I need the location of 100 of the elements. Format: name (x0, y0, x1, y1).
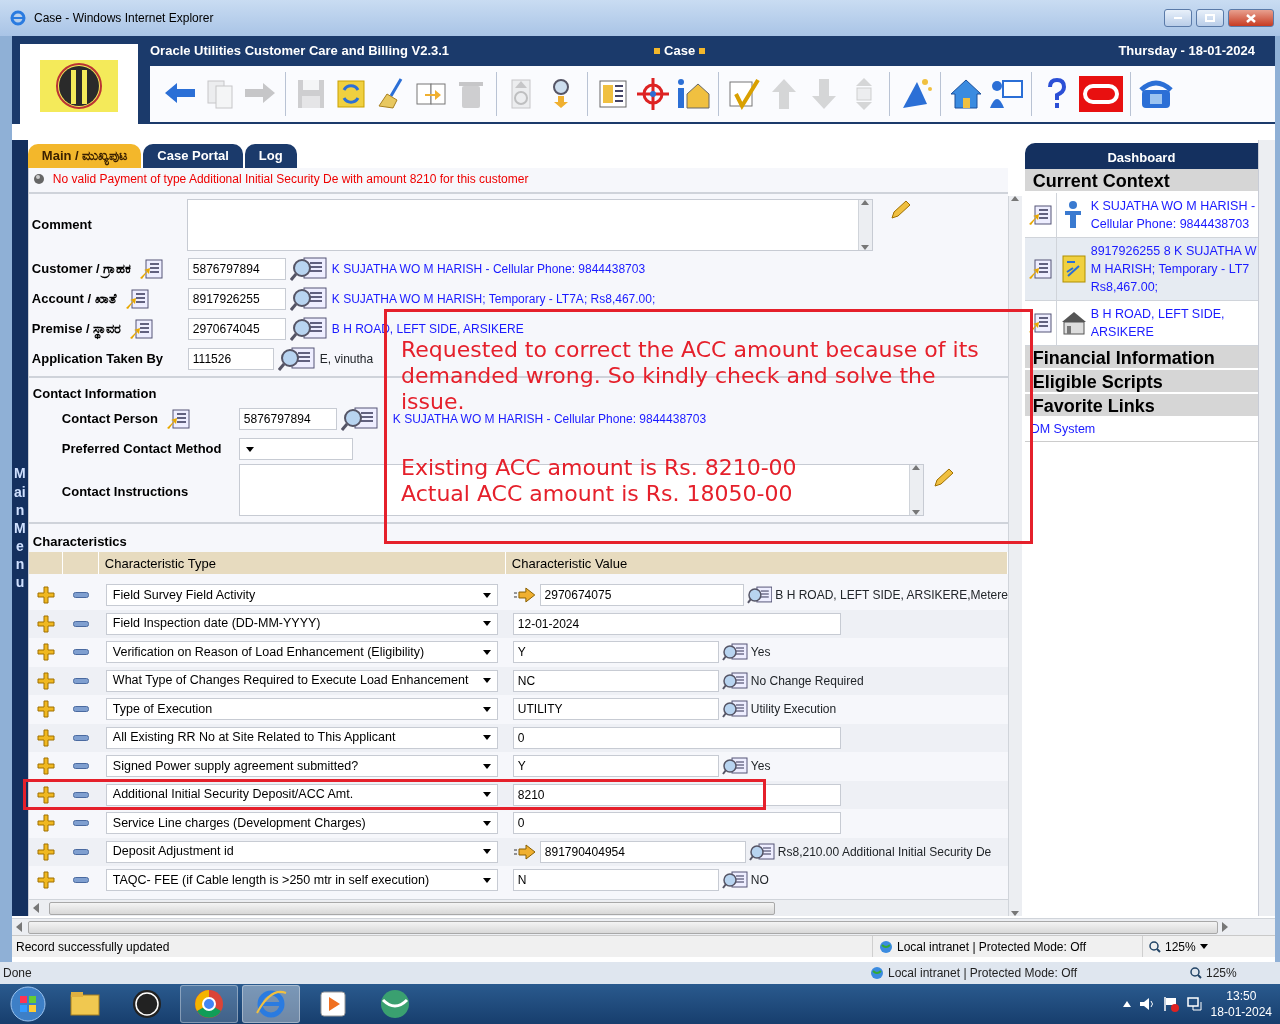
speaker-icon[interactable] (1138, 997, 1155, 1011)
zoom-level[interactable]: 125% (1165, 937, 1196, 956)
search-icon[interactable] (289, 316, 328, 342)
network-icon[interactable] (1186, 996, 1203, 1012)
type-dropdown[interactable]: Signed Power supply agreement submitted? (105, 755, 498, 778)
input-field[interactable]: 2970674045 (187, 318, 286, 340)
column-header[interactable]: Characteristic Value (505, 552, 1008, 574)
search-icon[interactable] (721, 699, 748, 720)
context-menu-icon[interactable] (124, 288, 149, 310)
remove-row-button[interactable] (72, 848, 89, 855)
input-field[interactable]: 8917926255 (187, 288, 286, 310)
search-icon[interactable] (746, 585, 773, 606)
add-row-button[interactable] (36, 814, 55, 833)
scroll-down-icon[interactable] (912, 510, 921, 515)
navigate-arrow-icon[interactable] (512, 586, 537, 605)
input-field[interactable]: 5876797894 (238, 408, 337, 430)
type-dropdown[interactable]: Additional Initial Security Deposit/ACC Amt. (105, 783, 498, 806)
input-field[interactable]: 8210 (512, 783, 841, 806)
search-icon[interactable] (748, 841, 775, 862)
description-link[interactable]: K SUJATHA WO M HARISH - Cellular Phone: 9844438703 (331, 260, 646, 278)
section-header[interactable]: Current Context (1024, 169, 1259, 193)
input-field[interactable]: N (512, 869, 719, 892)
zoom-icon[interactable] (1190, 967, 1202, 979)
section-header[interactable]: Favorite Links (1024, 394, 1259, 418)
input-field[interactable]: Y (512, 755, 719, 778)
scroll-down-icon[interactable] (861, 245, 870, 250)
type-dropdown[interactable]: Field Survey Field Activity (105, 584, 498, 607)
add-row-button[interactable] (36, 785, 55, 804)
flag-icon[interactable] (1162, 996, 1179, 1012)
input-field[interactable]: 0 (512, 812, 841, 835)
comment-field[interactable] (186, 199, 873, 251)
remove-row-button[interactable] (72, 649, 89, 656)
type-dropdown[interactable]: What Type of Changes Required to Execute Load Enhancement (105, 669, 498, 692)
scrollbar-thumb[interactable] (28, 920, 1218, 934)
close-button[interactable] (1228, 9, 1274, 27)
add-row-button[interactable] (36, 671, 55, 690)
add-row-button[interactable] (36, 643, 55, 662)
add-row-button[interactable] (36, 614, 55, 633)
remove-row-button[interactable] (72, 734, 89, 741)
type-dropdown[interactable]: Verification on Reason of Load Enhancement (Eligibility) (105, 641, 498, 664)
navigate-arrow-icon[interactable] (512, 842, 537, 861)
type-dropdown[interactable]: Service Line charges (Development Charges) (105, 812, 498, 835)
input-field[interactable]: UTILITY (512, 698, 719, 721)
input-field[interactable]: 12-01-2024 (512, 612, 841, 635)
add-row-button[interactable] (36, 728, 55, 747)
add-row-button[interactable] (36, 586, 55, 605)
context-link[interactable]: B H ROAD, LEFT SIDE, ARSIKERE (1090, 301, 1225, 345)
remove-row-button[interactable] (72, 763, 89, 770)
search-icon[interactable] (289, 286, 328, 312)
checkmark-icon[interactable] (726, 76, 762, 112)
search-icon[interactable] (721, 642, 748, 663)
section-header[interactable]: Eligible Scripts (1024, 370, 1259, 394)
add-row-button[interactable] (36, 842, 55, 861)
input-field[interactable]: 5876797894 (187, 258, 286, 280)
type-dropdown[interactable]: Type of Execution (105, 698, 498, 721)
zoom-level[interactable]: 125% (1206, 964, 1237, 982)
add-row-button[interactable] (36, 871, 55, 890)
minimize-button[interactable] (1164, 9, 1192, 27)
remove-row-button[interactable] (72, 877, 89, 884)
remove-row-button[interactable] (72, 592, 89, 599)
section-header[interactable]: Financial Information (1024, 346, 1259, 370)
tab[interactable]: Case Portal (143, 144, 243, 168)
input-field[interactable]: NC (512, 669, 719, 692)
input-field[interactable]: Y (512, 641, 719, 664)
type-dropdown[interactable]: All Existing RR No at Site Related to This Applicant (105, 726, 498, 749)
tab[interactable]: Main / ಮುಖ್ಯಪುಟ (27, 144, 142, 168)
context-menu-icon[interactable] (165, 408, 190, 430)
scroll-up-icon[interactable] (912, 465, 921, 470)
input-field[interactable]: 111526 (187, 348, 274, 370)
context-menu-icon[interactable] (129, 318, 154, 340)
input-field[interactable]: 891790404954 (539, 840, 746, 863)
scroll-up-icon[interactable] (861, 200, 870, 205)
scroll-up-icon[interactable] (1011, 196, 1020, 201)
context-link[interactable]: K SUJATHA WO M HARISH - Cellular Phone: 9844438703 (1090, 193, 1256, 237)
show-hidden-icons-icon[interactable] (1122, 1001, 1131, 1007)
remove-row-button[interactable] (72, 791, 89, 798)
context-menu-icon[interactable] (139, 258, 164, 280)
description-link[interactable]: K SUJATHA WO M HARISH; Temporary - LT7A; Rs8,467.00; (331, 290, 656, 308)
input-field[interactable]: 2970674075 (539, 584, 744, 607)
context-menu-icon[interactable] (1028, 204, 1053, 226)
remove-row-button[interactable] (72, 820, 89, 827)
info-house-icon[interactable] (675, 76, 711, 112)
scrollbar-thumb[interactable] (48, 901, 775, 915)
remove-row-button[interactable] (72, 620, 89, 627)
taskbar-app[interactable] (180, 985, 238, 1023)
search-icon[interactable] (289, 256, 328, 282)
dropdown-field[interactable] (238, 438, 353, 460)
main-menu-label[interactable]: Main Menu (12, 464, 27, 592)
search-icon[interactable] (277, 346, 316, 372)
column-header[interactable]: Characteristic Type (98, 552, 506, 574)
search-icon[interactable] (340, 406, 379, 432)
pencil-icon[interactable] (931, 468, 954, 488)
maximize-button[interactable] (1196, 9, 1224, 27)
input-field[interactable]: 0 (512, 726, 841, 749)
add-row-button[interactable] (36, 757, 55, 776)
context-menu-icon[interactable] (1028, 258, 1053, 280)
type-dropdown[interactable]: TAQC- FEE (if Cable length is >250 mtr in self execution) (105, 869, 498, 892)
search-icon[interactable] (721, 756, 748, 777)
clock[interactable]: 13:50 18-01-2024 (1210, 988, 1272, 1020)
type-dropdown[interactable]: Deposit Adjustment id (105, 840, 498, 863)
